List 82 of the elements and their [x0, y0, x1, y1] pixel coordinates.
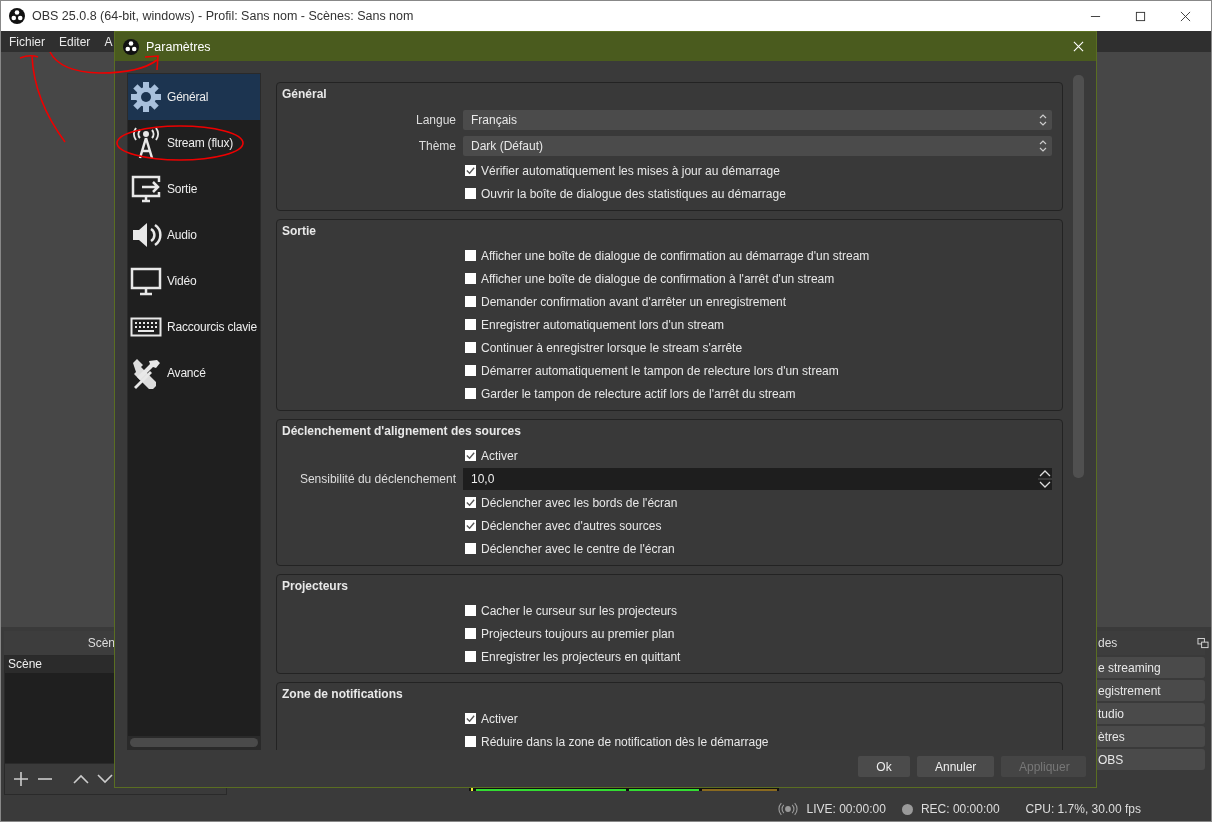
tools-icon [130, 357, 162, 389]
field-label: Sensibilité du déclenchement [298, 472, 456, 486]
checkbox-label: Projecteurs toujours au premier plan [481, 626, 675, 641]
checkbox[interactable] [465, 250, 476, 261]
dialog-title: Paramètres [146, 39, 212, 54]
checkbox-label: Déclencher avec d'autres sources [481, 518, 662, 533]
checkbox-label: Demander confirmation avant d'arrêter un enregistrement [481, 294, 787, 309]
group-title: Déclenchement d'alignement des sources [281, 423, 522, 440]
checkbox[interactable] [465, 388, 476, 399]
live-time: LIVE: 00:00:00 [806, 802, 886, 816]
checkbox[interactable] [465, 365, 476, 376]
menu-item[interactable]: Fichier [1, 34, 52, 49]
field-label: Langue [414, 113, 456, 127]
rec-time: REC: 00:00:00 [920, 802, 1000, 816]
category-item[interactable]: Stream (flux) [128, 120, 260, 166]
checkbox[interactable] [465, 165, 476, 176]
scrollbar-thumb[interactable] [130, 738, 258, 747]
updown-arrows-icon [1038, 113, 1048, 127]
dock-title: des [1098, 636, 1118, 650]
field-label: Thème [417, 139, 456, 153]
maximize-icon[interactable] [1135, 10, 1146, 22]
category-item[interactable]: Général [128, 74, 260, 120]
checkbox-label: Démarrer automatiquement le tampon de relecture lors d'un stream [481, 363, 839, 378]
dialog-button[interactable]: Ok [858, 756, 910, 777]
category-item[interactable]: Vidéo [128, 258, 260, 304]
group-title: Général [281, 86, 328, 103]
category-item[interactable]: Audio [128, 212, 260, 258]
checkbox[interactable] [465, 296, 476, 307]
cpu-usage: CPU: 1.7%, 30.00 fps [1025, 802, 1141, 816]
undock-icon[interactable] [1197, 637, 1209, 649]
checkbox-label: Continuer à enregistrer lorsque le stream s'arrête [481, 340, 743, 355]
menu-item[interactable]: Editer [52, 34, 98, 49]
checkbox-label: Réduire dans la zone de notification dès le démarrage [481, 734, 769, 749]
record-dot-icon [901, 803, 913, 815]
category-item[interactable]: Sortie [128, 166, 260, 212]
checkbox-label: Activer [481, 448, 518, 463]
category-item[interactable]: Raccourcis clavie [128, 304, 260, 350]
checkbox[interactable] [465, 319, 476, 330]
dialog-button[interactable]: Annuler [917, 756, 994, 777]
gear-icon [130, 81, 162, 113]
checkbox[interactable] [465, 497, 476, 508]
group-title: Zone de notifications [281, 686, 404, 703]
dropdown[interactable]: Dark (Défaut) [463, 136, 1052, 156]
checkbox[interactable] [465, 543, 476, 554]
spin-arrows-icon[interactable] [1038, 468, 1052, 490]
checkbox-label: Vérifier automatiquement les mises à jour au démarrage [481, 163, 780, 178]
checkbox-label: Cacher le curseur sur les projecteurs [481, 603, 678, 618]
category-item[interactable]: Avancé [128, 350, 260, 396]
checkbox-label: Activer [481, 711, 518, 726]
group-title: Sortie [281, 223, 317, 240]
checkbox[interactable] [465, 188, 476, 199]
number-field[interactable]: 10,0 [463, 472, 495, 486]
checkbox[interactable] [465, 628, 476, 639]
checkbox[interactable] [465, 736, 476, 747]
checkbox-label: Déclencher avec les bords de l'écran [481, 495, 678, 510]
checkbox-label: Garder le tampon de relecture actif lors de l'arrêt du stream [481, 386, 796, 401]
add-icon[interactable] [13, 771, 29, 787]
checkbox-label: Afficher une boîte de dialogue de confirmation au démarrage d'un stream [481, 248, 870, 263]
checkbox-label: Enregistrer automatiquement lors d'un stream [481, 317, 725, 332]
checkbox[interactable] [465, 450, 476, 461]
checkbox-label: Déclencher avec le centre de l'écran [481, 541, 675, 556]
updown-arrows-icon [1038, 139, 1048, 153]
broadcast-icon [778, 802, 799, 816]
window-title: OBS 25.0.8 (64-bit, windows) - Profil: Sans nom - Scènes: Sans nom [32, 9, 415, 23]
dropdown[interactable]: Français [463, 110, 1052, 130]
checkbox[interactable] [465, 520, 476, 531]
checkbox-label: Enregistrer les projecteurs en quittant [481, 649, 681, 664]
dock-title: Scèn [87, 636, 115, 650]
checkbox-label: Ouvrir la boîte de dialogue des statistiques au démarrage [481, 186, 786, 201]
monitor-icon [130, 265, 162, 297]
checkbox[interactable] [465, 273, 476, 284]
group-title: Projecteurs [281, 578, 350, 595]
checkbox-label: Afficher une boîte de dialogue de confirmation à l'arrêt d'un stream [481, 271, 835, 286]
checkbox[interactable] [465, 713, 476, 724]
checkbox[interactable] [465, 605, 476, 616]
close-icon[interactable] [1180, 10, 1191, 22]
logo-icon [123, 38, 139, 55]
checkbox[interactable] [465, 342, 476, 353]
logo-icon [9, 8, 25, 24]
checkbox[interactable] [465, 651, 476, 662]
monitor-arrow-icon [130, 173, 162, 205]
antenna-icon [130, 127, 162, 159]
